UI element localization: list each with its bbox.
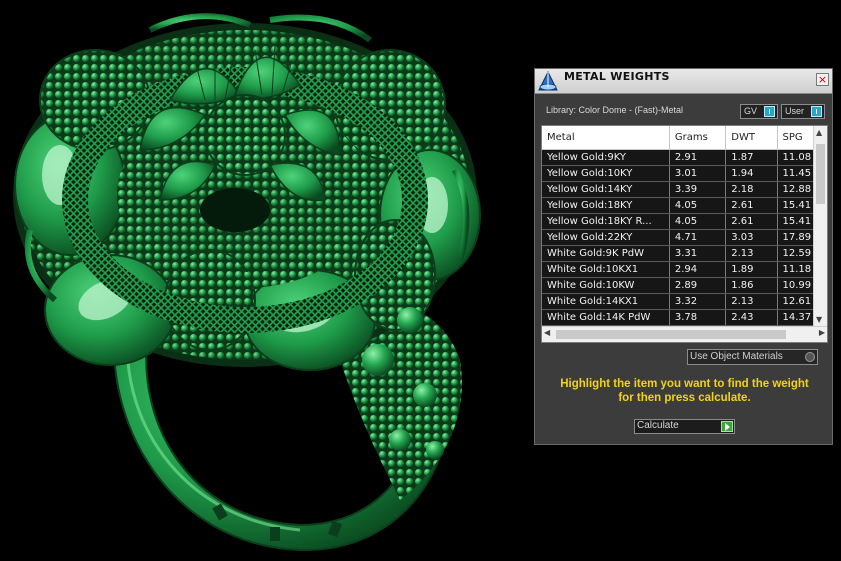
horizontal-scrollbar[interactable]: ◀ ▶ [542, 326, 827, 342]
scroll-right-icon[interactable]: ▶ [819, 328, 825, 337]
table-row[interactable]: White Gold:9K PdW 3.31 2.13 12.59 [542, 245, 827, 262]
table-row[interactable]: Yellow Gold:10KY 3.01 1.94 11.45 [542, 165, 827, 182]
cell-grams: 4.71 [669, 229, 727, 246]
table-row[interactable]: Yellow Gold:18KY 4.05 2.61 15.41 [542, 197, 827, 214]
metal-table-grid: Metal Grams DWT SPG Yellow Gold:9KY 2.91 1… [542, 126, 827, 326]
cell-grams: 4.05 [669, 213, 727, 230]
cell-dwt: 1.94 [725, 165, 778, 182]
toggle-switch-icon [764, 106, 775, 117]
cell-grams: 2.94 [669, 261, 727, 278]
cell-grams: 2.89 [669, 277, 727, 294]
cell-grams: 2.91 [669, 149, 727, 166]
column-header-dwt[interactable]: DWT [725, 126, 778, 150]
cell-dwt: 2.18 [725, 181, 778, 198]
cell-metal: White Gold:10KW [542, 277, 670, 294]
use-object-materials-option[interactable]: Use Object Materials [687, 349, 818, 365]
cell-metal: Yellow Gold:22KY [542, 229, 670, 246]
cell-metal: White Gold:14K PdW [542, 309, 670, 326]
dome-icon [537, 70, 559, 92]
cell-metal: Yellow Gold:18KY [542, 197, 670, 214]
calculate-button[interactable]: Calculate [634, 419, 735, 434]
instruction-text: Highlight the item you want to find the … [543, 377, 826, 405]
table-row[interactable]: White Gold:10KW 2.89 1.86 10.99 [542, 277, 827, 294]
instruction-line-2: for then press calculate. [618, 392, 751, 404]
panel-titlebar[interactable]: METAL WEIGHTS × [535, 69, 832, 94]
use-object-materials-label: Use Object Materials [690, 351, 783, 362]
scroll-down-icon[interactable]: ▼ [816, 315, 822, 324]
table-row[interactable]: Yellow Gold:14KY 3.39 2.18 12.88 [542, 181, 827, 198]
gv-toggle-label: GV [744, 106, 758, 116]
column-header-grams[interactable]: Grams [669, 126, 727, 150]
cell-metal: Yellow Gold:18KY R... [542, 213, 670, 230]
horizontal-scroll-thumb[interactable] [556, 330, 786, 339]
user-toggle-label: User [785, 106, 805, 116]
cell-dwt: 1.87 [725, 149, 778, 166]
toggle-switch-icon [811, 106, 822, 117]
cell-dwt: 2.13 [725, 293, 778, 310]
table-row[interactable]: White Gold:14KX1 3.32 2.13 12.61 [542, 293, 827, 310]
vertical-scrollbar[interactable]: ▲ ▼ [813, 126, 827, 326]
cell-metal: White Gold:9K PdW [542, 245, 670, 262]
cell-metal: White Gold:14KX1 [542, 293, 670, 310]
cell-dwt: 2.43 [725, 309, 778, 326]
metal-table: Metal Grams DWT SPG Yellow Gold:9KY 2.91 1… [541, 125, 828, 343]
calculate-label: Calculate [637, 420, 679, 431]
cell-metal: Yellow Gold:14KY [542, 181, 670, 198]
column-header-metal[interactable]: Metal [542, 126, 670, 150]
instruction-line-1: Highlight the item you want to find the … [560, 378, 809, 390]
radio-icon[interactable] [805, 352, 815, 362]
cell-grams: 3.39 [669, 181, 727, 198]
play-icon[interactable] [721, 421, 733, 432]
cell-grams: 4.05 [669, 197, 727, 214]
table-row[interactable]: White Gold:10KX1 2.94 1.89 11.18 [542, 261, 827, 278]
metal-weights-panel: METAL WEIGHTS × Library: Color Dome - (F… [534, 68, 833, 445]
cell-grams: 3.31 [669, 245, 727, 262]
cell-dwt: 2.13 [725, 245, 778, 262]
cell-metal: Yellow Gold:9KY [542, 149, 670, 166]
table-header-row: Metal Grams DWT SPG [542, 126, 827, 150]
cell-dwt: 2.61 [725, 197, 778, 214]
cell-dwt: 1.89 [725, 261, 778, 278]
table-row[interactable]: Yellow Gold:22KY 4.71 3.03 17.89 [542, 229, 827, 246]
table-row[interactable]: White Gold:14K PdW 3.78 2.43 14.37 [542, 309, 827, 326]
user-toggle[interactable]: User [781, 104, 825, 119]
panel-title: METAL WEIGHTS [564, 70, 670, 83]
cell-metal: White Gold:10KX1 [542, 261, 670, 278]
cell-grams: 3.32 [669, 293, 727, 310]
table-row[interactable]: Yellow Gold:9KY 2.91 1.87 11.08 [542, 149, 827, 166]
cell-dwt: 2.61 [725, 213, 778, 230]
gv-toggle[interactable]: GV [740, 104, 778, 119]
cell-metal: Yellow Gold:10KY [542, 165, 670, 182]
close-icon[interactable]: × [816, 73, 829, 86]
scroll-up-icon[interactable]: ▲ [816, 128, 822, 137]
scroll-left-icon[interactable]: ◀ [544, 328, 550, 337]
cell-dwt: 3.03 [725, 229, 778, 246]
cell-dwt: 1.86 [725, 277, 778, 294]
table-row[interactable]: Yellow Gold:18KY R... 4.05 2.61 15.41 [542, 213, 827, 230]
library-label: Library: Color Dome - (Fast)-Metal [546, 105, 684, 115]
cell-grams: 3.01 [669, 165, 727, 182]
cell-grams: 3.78 [669, 309, 727, 326]
vertical-scroll-thumb[interactable] [816, 144, 825, 204]
